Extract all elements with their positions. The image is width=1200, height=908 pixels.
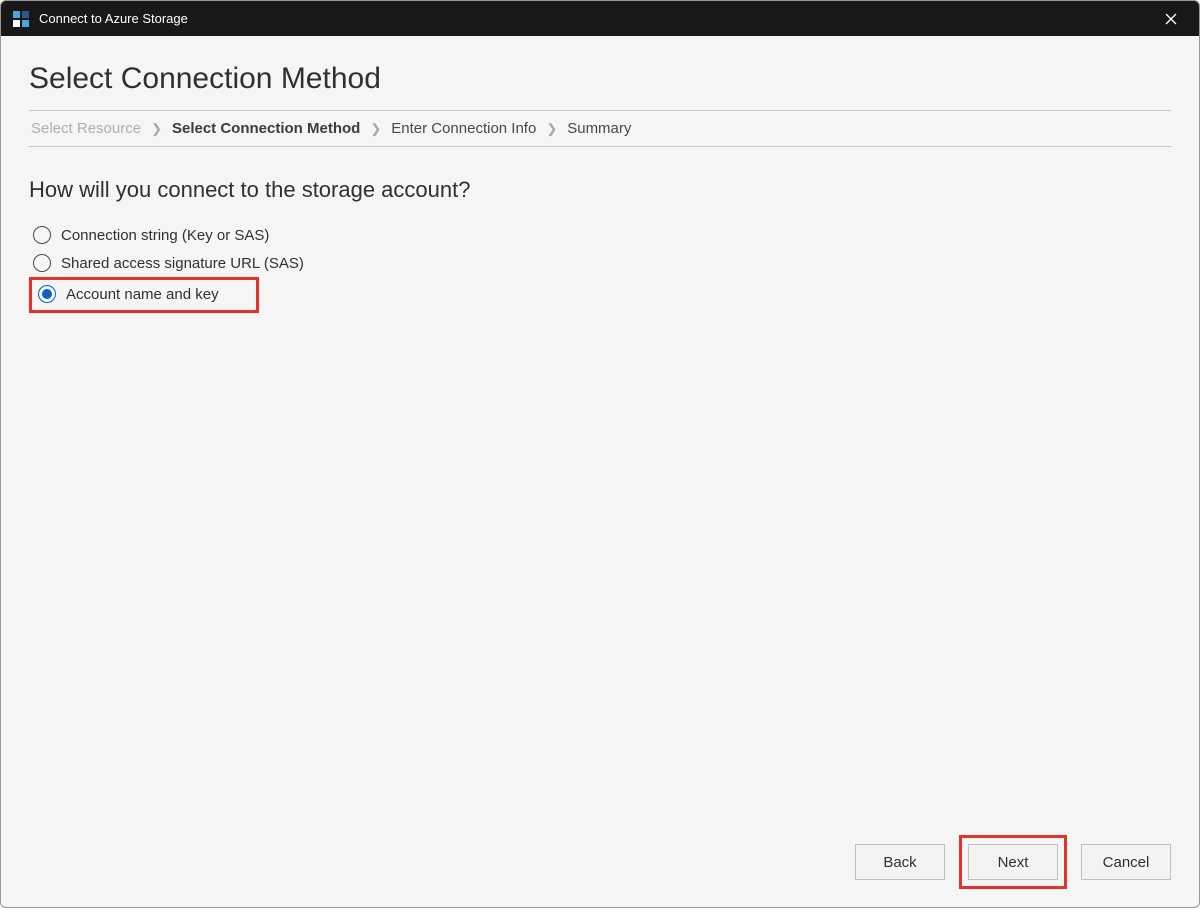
chevron-right-icon: ❯ — [370, 121, 381, 137]
radio-label: Account name and key — [66, 286, 219, 303]
dialog-window: Connect to Azure Storage Select Connecti… — [0, 0, 1200, 908]
breadcrumb-step-select-resource[interactable]: Select Resource — [31, 120, 141, 137]
chevron-right-icon: ❯ — [546, 121, 557, 137]
radio-option-connection-string[interactable]: Connection string (Key or SAS) — [29, 221, 1171, 249]
radio-icon — [33, 254, 51, 272]
highlight-box-selected-option: Account name and key — [29, 277, 259, 313]
radio-option-account-name-key[interactable]: Account name and key — [34, 280, 254, 308]
back-button[interactable]: Back — [855, 844, 945, 880]
button-label: Next — [998, 854, 1029, 871]
titlebar: Connect to Azure Storage — [1, 1, 1199, 36]
breadcrumb-step-enter-connection-info[interactable]: Enter Connection Info — [391, 120, 536, 137]
cancel-button[interactable]: Cancel — [1081, 844, 1171, 880]
page-title: Select Connection Method — [29, 62, 1171, 96]
app-icon — [13, 11, 29, 27]
radio-option-sas-url[interactable]: Shared access signature URL (SAS) — [29, 249, 1171, 277]
breadcrumb: Select Resource ❯ Select Connection Meth… — [29, 110, 1171, 147]
radio-icon — [38, 285, 56, 303]
button-label: Cancel — [1103, 854, 1150, 871]
button-label: Back — [883, 854, 916, 871]
close-icon — [1165, 13, 1177, 25]
window-title: Connect to Azure Storage — [39, 11, 188, 26]
breadcrumb-step-summary[interactable]: Summary — [567, 120, 631, 137]
breadcrumb-step-select-connection-method[interactable]: Select Connection Method — [172, 120, 360, 137]
close-button[interactable] — [1153, 1, 1189, 36]
radio-dot-icon — [42, 289, 52, 299]
chevron-right-icon: ❯ — [151, 121, 162, 137]
radio-icon — [33, 226, 51, 244]
footer-buttons: Back Next Cancel — [855, 835, 1171, 889]
highlight-box-next-button: Next — [959, 835, 1067, 889]
next-button[interactable]: Next — [968, 844, 1058, 880]
titlebar-left: Connect to Azure Storage — [13, 11, 188, 27]
question-label: How will you connect to the storage acco… — [29, 177, 1171, 203]
radio-label: Shared access signature URL (SAS) — [61, 255, 304, 272]
radio-label: Connection string (Key or SAS) — [61, 227, 269, 244]
content-area: Select Connection Method Select Resource… — [1, 36, 1199, 907]
